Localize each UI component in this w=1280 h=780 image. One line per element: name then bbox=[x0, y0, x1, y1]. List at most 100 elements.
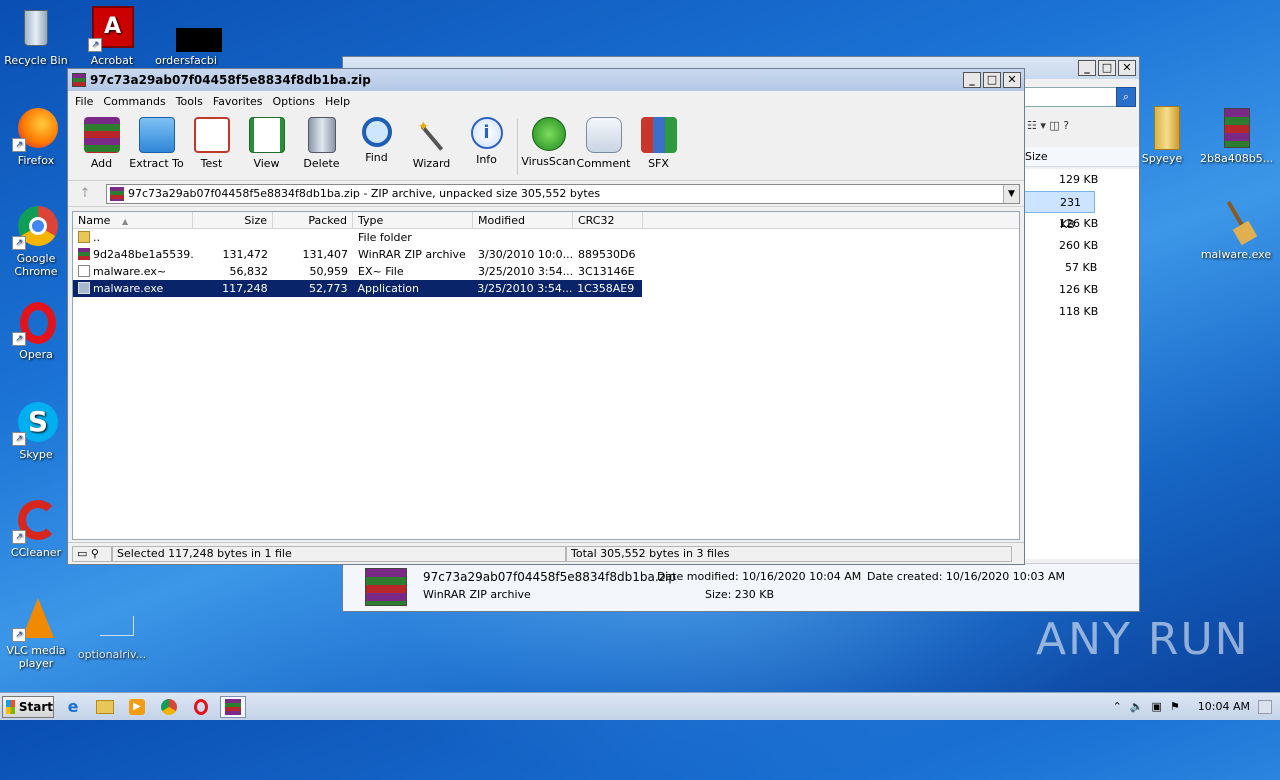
winrar-window[interactable]: 97c73a29ab07f04458f5e8834f8db1ba.zip _ □… bbox=[67, 68, 1025, 565]
folder-icon bbox=[1140, 104, 1184, 150]
desktop-icon-recycle-bin[interactable]: Recycle Bin bbox=[0, 6, 72, 67]
comment-icon bbox=[585, 117, 622, 153]
shortcut-arrow-icon: ↗ bbox=[88, 38, 102, 52]
comment-button[interactable]: Comment bbox=[576, 115, 631, 170]
column-size[interactable]: Size bbox=[193, 212, 273, 228]
acrobat-icon: A ↗ bbox=[88, 6, 134, 52]
minimize-button[interactable]: _ bbox=[963, 72, 981, 88]
desktop-icon-ordersfacbi[interactable]: ordersfacbi bbox=[150, 6, 222, 67]
shortcut-arrow-icon: ↗ bbox=[12, 432, 26, 446]
view-options-icon[interactable]: ☷ ▾ ◫ ? bbox=[1027, 119, 1069, 132]
size-cell: 260 KB bbox=[1059, 239, 1099, 252]
delete-button[interactable]: Delete bbox=[294, 115, 349, 170]
virusscan-button[interactable]: VirusScan bbox=[521, 115, 576, 168]
maximize-button[interactable]: □ bbox=[983, 72, 1001, 88]
close-button[interactable]: ✕ bbox=[1003, 72, 1021, 88]
anyrun-watermark: ANY RUN bbox=[1036, 614, 1250, 665]
column-crc32[interactable]: CRC32 bbox=[573, 212, 643, 228]
add-button[interactable]: Add bbox=[74, 115, 129, 170]
column-name[interactable]: Name ▲ bbox=[73, 212, 193, 228]
file-icon bbox=[90, 600, 134, 644]
desktop-icon-malware-exe[interactable]: malware.exe bbox=[1200, 200, 1272, 261]
size-cell: 57 KB bbox=[1065, 261, 1098, 274]
file-icon bbox=[78, 265, 90, 277]
wizard-button[interactable]: ✦ Wizard bbox=[404, 115, 459, 170]
show-desktop-button[interactable] bbox=[1258, 699, 1272, 714]
winrar-app-icon bbox=[72, 73, 86, 87]
desktop-icon-label: Recycle Bin bbox=[4, 54, 68, 67]
info-button[interactable]: i Info bbox=[459, 115, 514, 166]
speaker-icon[interactable]: 🔈 bbox=[1130, 700, 1144, 713]
up-arrow-icon[interactable]: ↑ bbox=[72, 186, 98, 201]
desktop-icon-acrobat[interactable]: A ↗ Acrobat bbox=[76, 6, 148, 67]
search-input[interactable] bbox=[1023, 87, 1119, 107]
taskbar-ie[interactable]: e bbox=[60, 696, 86, 718]
winrar-icon bbox=[225, 698, 241, 715]
column-type[interactable]: Type bbox=[353, 212, 473, 228]
exe-icon bbox=[78, 282, 90, 294]
test-button[interactable]: Test bbox=[184, 115, 239, 170]
menu-file[interactable]: File bbox=[70, 95, 98, 108]
menu-commands[interactable]: Commands bbox=[98, 95, 170, 108]
table-row[interactable]: malware.ex~ 56,832 50,959 EX~ File 3/25/… bbox=[73, 263, 1019, 280]
desktop-icon-opera[interactable]: ↗ Opera bbox=[0, 300, 72, 361]
network-icon[interactable]: ▣ bbox=[1152, 700, 1162, 713]
menu-options[interactable]: Options bbox=[268, 95, 320, 108]
search-icon[interactable]: ⌕ bbox=[1116, 87, 1136, 107]
menu-favorites[interactable]: Favorites bbox=[208, 95, 268, 108]
folder-up-icon bbox=[78, 231, 90, 243]
desktop-icon-chrome[interactable]: ↗ Google Chrome bbox=[0, 204, 72, 278]
winrar-titlebar[interactable]: 97c73a29ab07f04458f5e8834f8db1ba.zip _ □… bbox=[68, 69, 1024, 91]
minimize-button[interactable]: _ bbox=[1078, 60, 1096, 76]
cell-packed: 52,773 bbox=[309, 282, 348, 295]
extract-to-button[interactable]: Extract To bbox=[129, 115, 184, 170]
size-column-header[interactable]: Size bbox=[1023, 147, 1139, 167]
sfx-button[interactable]: SFX bbox=[631, 115, 686, 170]
desktop-icon-firefox[interactable]: ↗ Firefox bbox=[0, 106, 72, 167]
desktop-icon-skype[interactable]: S ↗ Skype bbox=[0, 400, 72, 461]
maximize-button[interactable]: □ bbox=[1098, 60, 1116, 76]
cell-crc: 1C358AE9 bbox=[577, 282, 635, 295]
menu-tools[interactable]: Tools bbox=[171, 95, 208, 108]
table-row[interactable]: .. File folder bbox=[73, 229, 1019, 246]
table-row-selected[interactable]: malware.exe 117,248 52,773 Application 3… bbox=[73, 280, 642, 297]
view-button[interactable]: View bbox=[239, 115, 294, 170]
menu-help[interactable]: Help bbox=[320, 95, 355, 108]
chevron-up-icon[interactable]: ⌃ bbox=[1113, 700, 1122, 713]
start-button[interactable]: Start bbox=[2, 695, 54, 718]
desktop-icon-ccleaner[interactable]: ↗ CCleaner bbox=[0, 498, 72, 559]
taskbar-media-player[interactable]: ▶ bbox=[124, 696, 150, 718]
column-packed[interactable]: Packed bbox=[273, 212, 353, 228]
add-icon bbox=[83, 117, 120, 153]
broom-icon bbox=[1214, 200, 1258, 246]
taskbar-opera[interactable] bbox=[188, 696, 214, 718]
winrar-icon bbox=[365, 568, 407, 606]
details-pane: 97c73a29ab07f04458f5e8834f8db1ba.zip Win… bbox=[343, 563, 1139, 611]
cell-size: 131,472 bbox=[222, 248, 269, 261]
details-type: WinRAR ZIP archive bbox=[423, 588, 531, 601]
chevron-down-icon[interactable]: ▼ bbox=[1003, 184, 1019, 203]
taskbar-explorer[interactable] bbox=[92, 696, 118, 718]
clock[interactable]: 10:04 AM bbox=[1198, 700, 1250, 713]
details-size: Size: 230 KB bbox=[705, 588, 775, 601]
flag-icon[interactable]: ⚑ bbox=[1170, 700, 1180, 713]
drive-icon: ▭ ⚲ bbox=[72, 545, 112, 562]
table-row[interactable]: 9d2a48be1a5539... 131,472 131,407 WinRAR… bbox=[73, 246, 1019, 263]
address-field[interactable]: 97c73a29ab07f04458f5e8834f8db1ba.zip - Z… bbox=[106, 183, 1020, 204]
taskbar-winrar[interactable] bbox=[220, 695, 246, 718]
desktop-icon-optionalriv[interactable]: optionalriv... bbox=[76, 600, 148, 661]
column-modified[interactable]: Modified bbox=[473, 212, 573, 228]
desktop-icon-vlc[interactable]: ↗ VLC media player bbox=[0, 596, 72, 670]
cell-crc: 889530D6 bbox=[578, 248, 636, 261]
ie-icon: e bbox=[67, 697, 79, 716]
find-button[interactable]: Find bbox=[349, 115, 404, 164]
close-button[interactable]: ✕ bbox=[1118, 60, 1136, 76]
vlc-icon: ↗ bbox=[12, 596, 58, 642]
taskbar-chrome[interactable] bbox=[156, 696, 182, 718]
desktop-icon-2b8a408b5[interactable]: 2b8a408b5... bbox=[1200, 104, 1273, 165]
desktop-icon-label: Google Chrome bbox=[14, 252, 58, 278]
sfx-icon bbox=[640, 117, 677, 153]
size-cell: 129 KB bbox=[1059, 173, 1099, 186]
cell-packed: 131,407 bbox=[302, 248, 349, 261]
size-cell: 126 KB bbox=[1059, 283, 1099, 296]
